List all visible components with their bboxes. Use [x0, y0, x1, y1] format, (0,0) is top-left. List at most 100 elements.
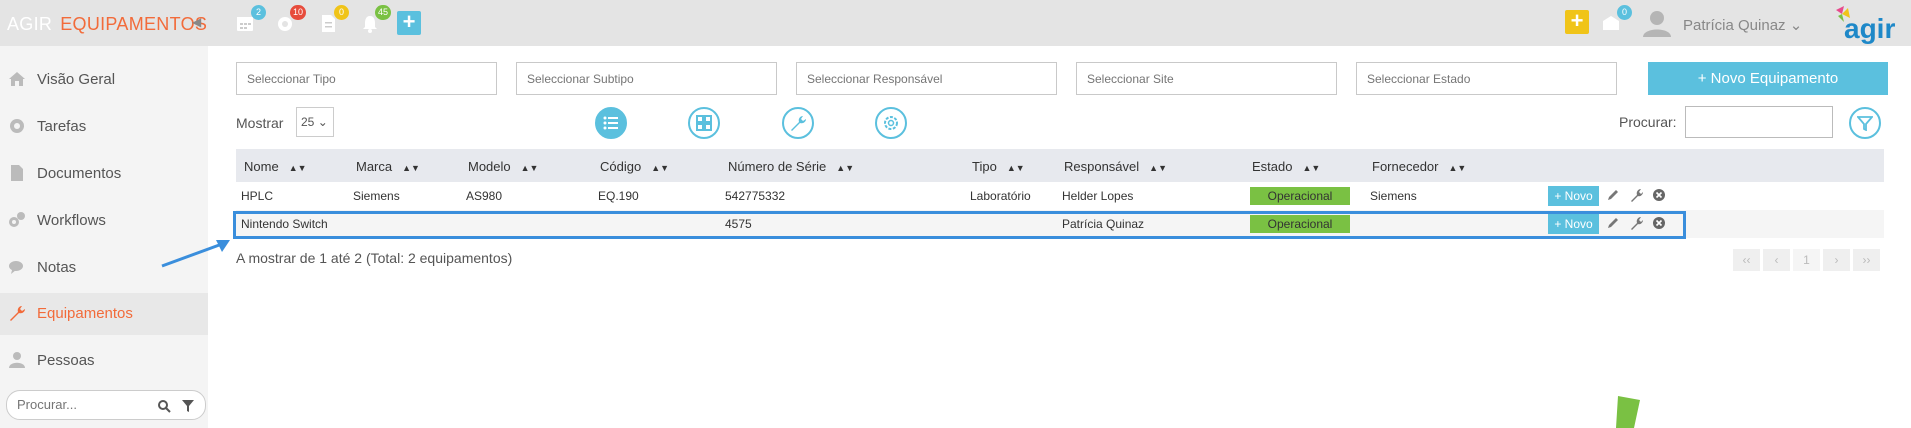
- wrench-icon: [10, 306, 25, 321]
- sort-icon: ▲▼: [651, 163, 670, 173]
- document-icon: [11, 165, 23, 181]
- filter-responsavel[interactable]: [796, 62, 1057, 95]
- pagination-first[interactable]: ‹‹: [1733, 249, 1760, 271]
- sort-icon: ▲▼: [836, 163, 855, 173]
- list-icon: [603, 116, 618, 130]
- column-header-label: Modelo: [468, 159, 511, 174]
- sort-icon: ▲▼: [1448, 163, 1467, 173]
- filter-site-input[interactable]: [1087, 72, 1327, 86]
- column-header-fornecedor[interactable]: Fornecedor ▲▼: [1372, 159, 1466, 174]
- sidebar-item-pessoas[interactable]: Pessoas: [0, 340, 208, 382]
- sidebar-item-label: Equipamentos: [37, 305, 133, 322]
- agir-logo: agir: [1830, 4, 1910, 44]
- column-header-label: Marca: [356, 159, 393, 174]
- logo-text: agir: [1844, 13, 1895, 44]
- inbox-badge: 0: [1617, 5, 1632, 20]
- bell-icon[interactable]: 45: [359, 5, 391, 34]
- notifications-badge: 45: [374, 5, 391, 20]
- pagination-next[interactable]: ›: [1823, 249, 1850, 271]
- app-brand[interactable]: AGIR EQUIPAMENTOS: [7, 14, 207, 35]
- row-new-button[interactable]: + Novo: [1548, 186, 1599, 206]
- search-label: Procurar:: [1619, 114, 1677, 130]
- sidebar-item-documentos[interactable]: Documentos: [0, 153, 208, 195]
- delete-icon[interactable]: [1652, 188, 1666, 202]
- column-header-label: Nome: [244, 159, 279, 174]
- column-header-estado[interactable]: Estado ▲▼: [1252, 159, 1320, 174]
- column-header-tipo[interactable]: Tipo ▲▼: [972, 159, 1025, 174]
- sidebar-item-label: Pessoas: [37, 352, 95, 369]
- row-highlight-box: [233, 211, 1686, 239]
- calendar-icon[interactable]: 2: [234, 5, 266, 34]
- maintenance-view-button[interactable]: [782, 107, 814, 139]
- sidebar-item-workflows[interactable]: Workflows: [0, 200, 208, 242]
- module-name: EQUIPAMENTOS: [60, 14, 208, 34]
- column-header-label: Código: [600, 159, 642, 174]
- grid-icon: [696, 115, 712, 131]
- sort-icon: ▲▼: [288, 163, 307, 173]
- search-icon[interactable]: [157, 399, 171, 413]
- column-header-marca[interactable]: Marca ▲▼: [356, 159, 420, 174]
- column-header-numero-serie[interactable]: Número de Série ▲▼: [728, 159, 854, 174]
- new-equipment-button[interactable]: + Novo Equipamento: [1648, 62, 1888, 95]
- inbox-icon[interactable]: 0: [1600, 5, 1632, 34]
- pagination-last[interactable]: ››: [1853, 249, 1880, 271]
- sort-icon: ▲▼: [1302, 163, 1321, 173]
- filter-site[interactable]: [1076, 62, 1337, 95]
- filter-estado-input[interactable]: [1367, 72, 1607, 86]
- sidebar-item-equipamentos[interactable]: Equipamentos: [0, 293, 208, 335]
- document-icon[interactable]: 0: [317, 5, 349, 34]
- pagination-prev[interactable]: ‹: [1763, 249, 1790, 271]
- list-view-button[interactable]: [595, 107, 627, 139]
- table-row[interactable]: HPLC Siemens AS980 EQ.190 542775332 Labo…: [236, 182, 1884, 210]
- table-header: Nome ▲▼ Marca ▲▼ Modelo ▲▼ Código ▲▼ Número …: [236, 149, 1884, 182]
- avatar[interactable]: [1640, 9, 1674, 37]
- comments-icon: [9, 261, 23, 274]
- column-header-label: Responsável: [1064, 159, 1140, 174]
- column-header-nome[interactable]: Nome ▲▼: [244, 159, 307, 174]
- tasks-gear-icon[interactable]: 10: [274, 5, 306, 34]
- filter-subtipo-input[interactable]: [527, 72, 767, 86]
- settings-view-button[interactable]: [875, 107, 907, 139]
- sidebar-collapse-icon[interactable]: ◀: [192, 15, 201, 29]
- edit-icon[interactable]: [1606, 188, 1620, 202]
- pagination-page[interactable]: 1: [1793, 249, 1820, 271]
- column-header-codigo[interactable]: Código ▲▼: [600, 159, 669, 174]
- quick-add-button[interactable]: +: [397, 11, 421, 35]
- filter-responsavel-input[interactable]: [807, 72, 1047, 86]
- column-header-modelo[interactable]: Modelo ▲▼: [468, 159, 538, 174]
- sidebar-item-tarefas[interactable]: Tarefas: [0, 106, 208, 148]
- sidebar-item-label: Visão Geral: [37, 71, 116, 88]
- wrench-icon[interactable]: [1630, 188, 1644, 202]
- filter-tipo[interactable]: [236, 62, 497, 95]
- filter-icon[interactable]: [181, 399, 195, 413]
- sidebar-search-input[interactable]: [17, 397, 147, 412]
- grid-view-button[interactable]: [688, 107, 720, 139]
- column-header-label: Estado: [1252, 159, 1293, 174]
- sidebar-item-label: Documentos: [37, 165, 122, 182]
- cell-modelo: AS980: [466, 189, 503, 203]
- table-summary: A mostrar de 1 até 2 (Total: 2 equipamen…: [236, 250, 513, 266]
- column-header-label: Tipo: [972, 159, 997, 174]
- sort-icon: ▲▼: [520, 163, 539, 173]
- home-icon: [9, 72, 25, 86]
- sort-icon: ▲▼: [1006, 163, 1025, 173]
- cell-tipo: Laboratório: [970, 189, 1031, 203]
- add-shortcut-button[interactable]: +: [1565, 10, 1589, 34]
- filter-button[interactable]: [1849, 107, 1881, 139]
- page-size-select[interactable]: 25 ⌄: [296, 107, 334, 137]
- sort-icon: ▲▼: [1149, 163, 1167, 173]
- chevron-down-icon: ⌄: [317, 115, 328, 129]
- tasks-badge: 10: [289, 5, 306, 20]
- filter-subtipo[interactable]: [516, 62, 777, 95]
- column-header-responsavel[interactable]: Responsável ▲▼: [1064, 159, 1167, 174]
- calendar-badge: 2: [251, 5, 266, 20]
- top-bar: AGIR EQUIPAMENTOS ◀ 2 10 0 45 + + 0 Patrí…: [0, 0, 1911, 46]
- funnel-icon: [1857, 116, 1873, 131]
- sidebar-item-label: Tarefas: [37, 118, 87, 135]
- table-search-input[interactable]: [1685, 106, 1833, 138]
- sidebar-item-visao-geral[interactable]: Visão Geral: [0, 59, 208, 101]
- filter-estado[interactable]: [1356, 62, 1617, 95]
- filter-tipo-input[interactable]: [247, 72, 487, 86]
- decorative-shape: [1616, 396, 1640, 428]
- user-menu[interactable]: Patrícia Quinaz ⌄: [1683, 16, 1802, 34]
